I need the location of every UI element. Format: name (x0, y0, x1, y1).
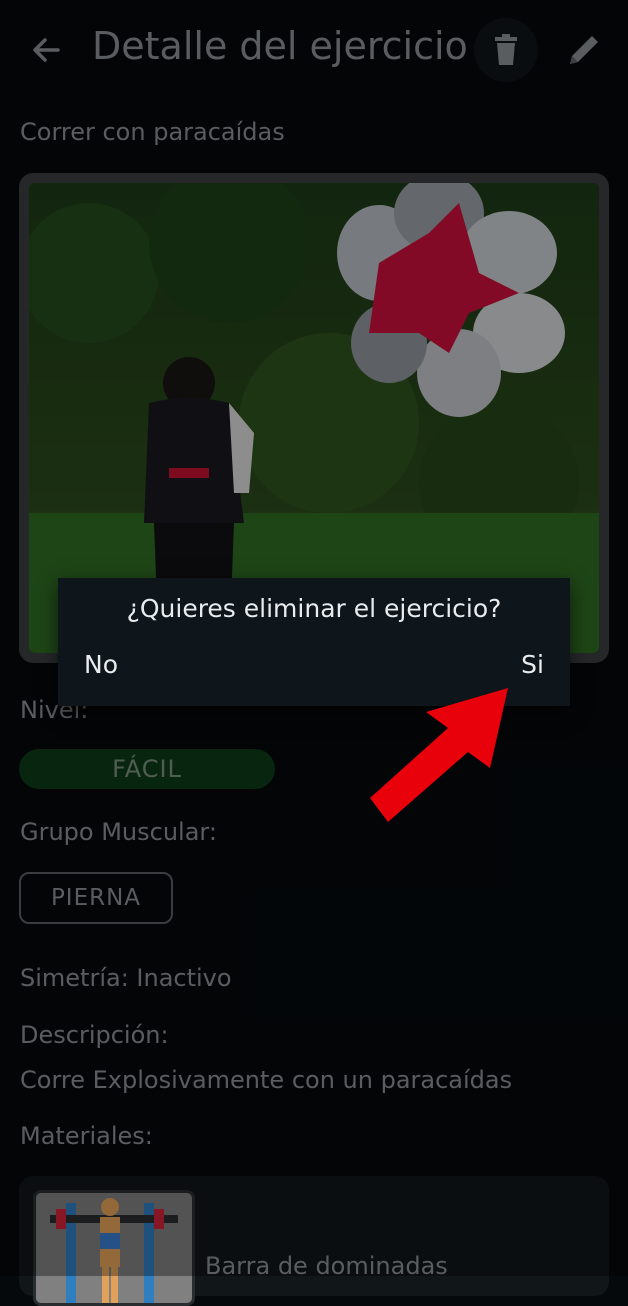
no-button[interactable]: No (84, 650, 118, 679)
yes-button[interactable]: Si (521, 650, 544, 679)
red-arrow-annotation (370, 688, 508, 822)
dialog-title: ¿Quieres eliminar el ejercicio? (126, 594, 502, 623)
